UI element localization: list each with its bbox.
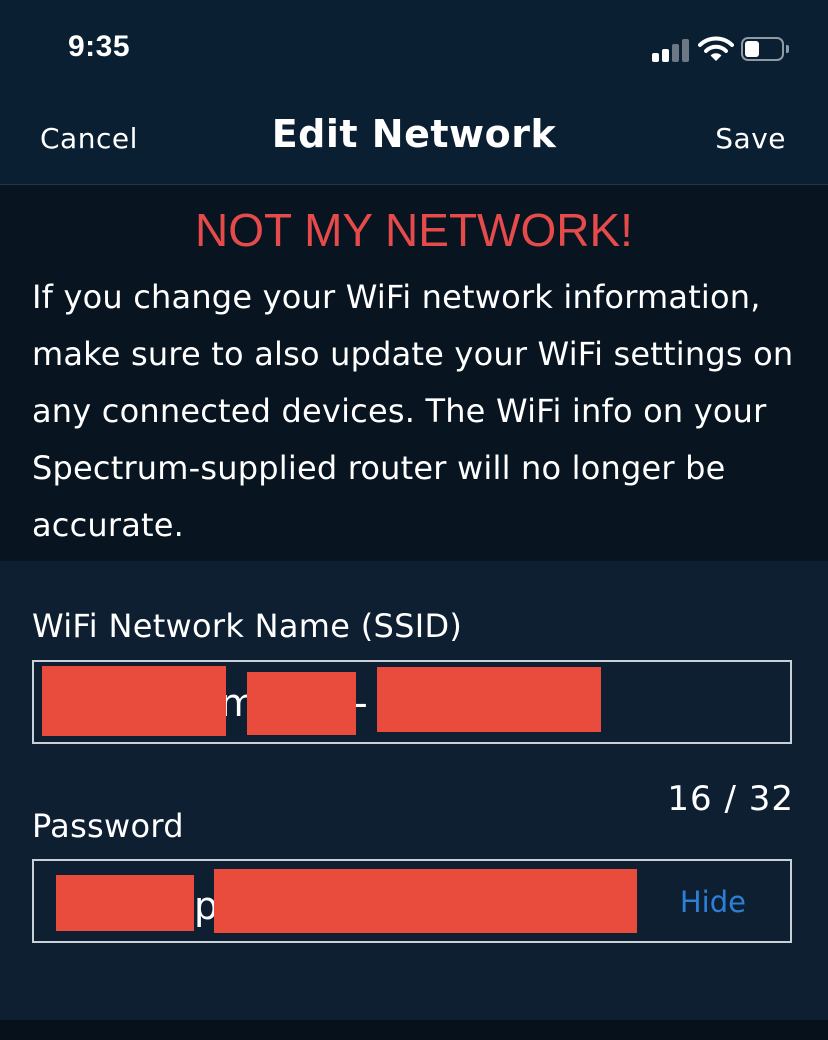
password-label: Password	[32, 807, 184, 845]
navigation-bar: Cancel Edit Network Save	[0, 100, 828, 185]
ssid-visible-char-2: -	[354, 681, 368, 725]
ssid-char-counter: 16 / 32	[667, 779, 794, 819]
status-bar: 9:35	[0, 0, 828, 100]
ssid-input[interactable]: m -	[32, 660, 792, 744]
page-title: Edit Network	[271, 112, 557, 156]
hide-password-button[interactable]: Hide	[680, 885, 746, 919]
warning-banner: NOT MY NETWORK! If you change your WiFi …	[0, 185, 828, 561]
bottom-strip	[0, 1020, 828, 1040]
save-button[interactable]: Save	[715, 122, 786, 155]
ssid-label: WiFi Network Name (SSID)	[32, 607, 463, 645]
battery-icon	[741, 37, 789, 61]
redaction-block	[247, 672, 356, 735]
status-time: 9:35	[68, 30, 131, 63]
battery-level	[745, 41, 759, 57]
warning-text: If you change your WiFi network informat…	[32, 278, 794, 544]
network-form: WiFi Network Name (SSID) m - 16 / 32 Pas…	[0, 561, 828, 1020]
redaction-block	[42, 666, 226, 736]
wifi-icon	[698, 36, 734, 61]
cellular-signal-icon	[652, 38, 690, 62]
warning-title: NOT MY NETWORK!	[195, 204, 633, 256]
redaction-block	[377, 667, 601, 732]
password-input[interactable]: p Hide	[32, 859, 792, 943]
redaction-block	[214, 869, 637, 933]
redaction-block	[56, 875, 194, 931]
